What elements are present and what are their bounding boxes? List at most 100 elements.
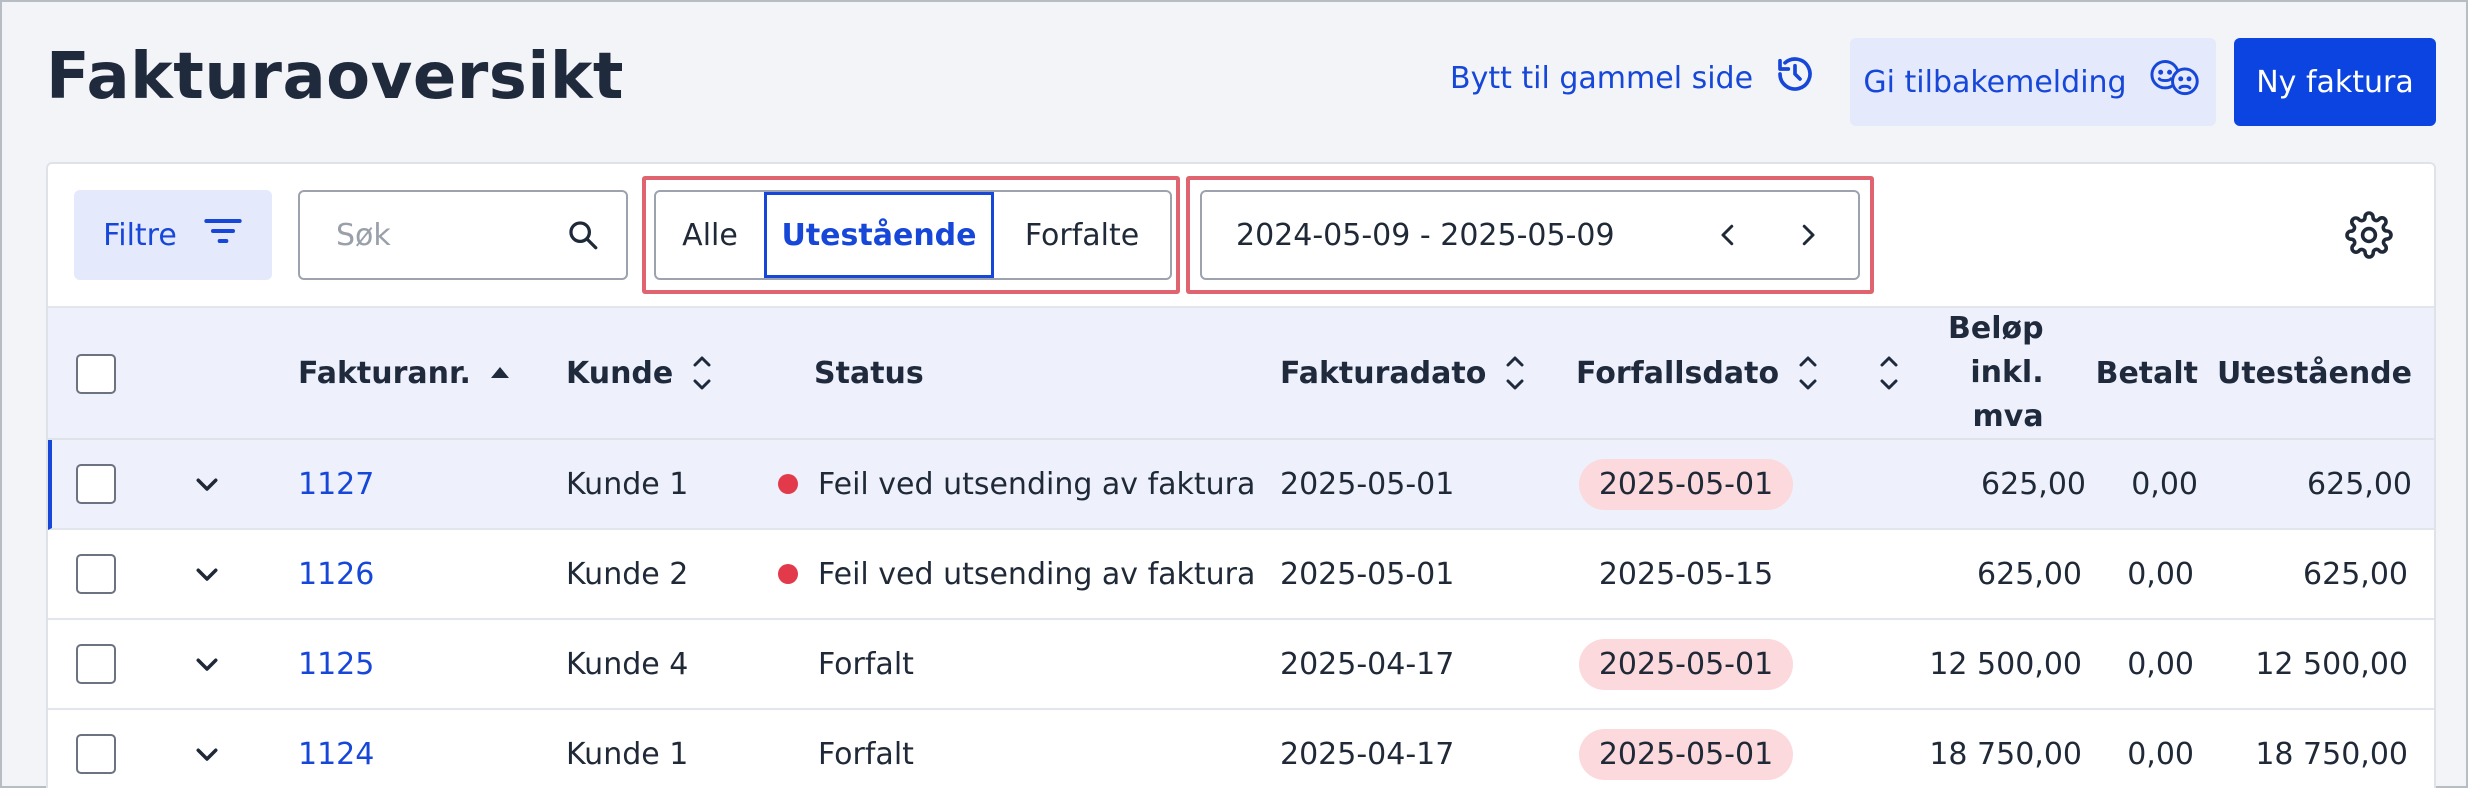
sort-icon	[693, 356, 711, 390]
feedback-button[interactable]: Gi tilbakemelding	[1850, 38, 2216, 126]
column-due-date-label: Forfallsdato	[1576, 355, 1780, 391]
row-checkbox[interactable]	[76, 644, 116, 684]
expand-row-button[interactable]	[192, 530, 222, 618]
feedback-button-label: Gi tilbakemelding	[1863, 64, 2127, 100]
column-invoice-date[interactable]: Fakturadato	[1280, 308, 1526, 438]
column-due-date[interactable]: Forfallsdato	[1576, 308, 1819, 438]
column-status-label: Status	[814, 355, 924, 391]
row-checkbox[interactable]	[76, 554, 116, 594]
column-amount[interactable]: Beløp inkl. mva	[1878, 308, 2044, 438]
row-checkbox[interactable]	[76, 464, 116, 504]
row-checkbox[interactable]	[76, 734, 116, 774]
segment-overdue[interactable]: Forfalte	[994, 192, 1170, 278]
customer-name: Kunde 1	[566, 736, 689, 772]
status-text: Forfalt	[818, 736, 914, 772]
status-error-dot	[778, 474, 798, 494]
status-cell: Feil ved utsending av faktura	[778, 440, 1255, 528]
select-all-checkbox[interactable]	[76, 354, 116, 394]
column-paid: Betalt	[2095, 308, 2198, 438]
invoice-number-link[interactable]: 1127	[298, 440, 374, 528]
sort-icon	[1799, 356, 1817, 390]
column-invoice-date-label: Fakturadato	[1280, 355, 1487, 391]
amount-incl-vat: 18 750,00	[1929, 736, 2082, 772]
invoice-date: 2025-05-01	[1280, 556, 1455, 592]
outstanding-amount: 625,00	[2303, 556, 2408, 592]
paid-amount: 0,00	[2127, 646, 2194, 682]
column-amount-label: Beløp inkl. mva	[1948, 307, 2044, 439]
table-row[interactable]: 1127 Kunde 1 Feil ved utsending av faktura…	[48, 440, 2434, 530]
column-status: Status	[814, 308, 924, 438]
column-customer[interactable]: Kunde	[566, 308, 713, 438]
invoice-number-link[interactable]: 1125	[298, 620, 374, 708]
date-range-picker[interactable]: 2024-05-09 - 2025-05-09	[1200, 190, 1860, 280]
window-frame: Fakturaoversikt Bytt til gammel side Gi …	[0, 0, 2468, 788]
invoice-number-link[interactable]: 1124	[298, 710, 374, 788]
expand-row-button[interactable]	[192, 620, 222, 708]
status-text: Feil ved utsending av faktura	[818, 466, 1256, 502]
chevron-down-icon	[196, 658, 218, 671]
table-row[interactable]: 1125 Kunde 4 Forfalt 2025-04-17 2025-05-01 12…	[48, 620, 2434, 710]
search-field[interactable]	[298, 190, 628, 280]
filter-button-label: Filtre	[103, 217, 177, 253]
expand-row-button[interactable]	[192, 440, 222, 528]
table-header: Fakturanr. Kunde Status Fakturadato Forf…	[48, 306, 2434, 440]
filter-button[interactable]: Filtre	[74, 190, 272, 280]
sort-ascending-icon	[490, 367, 509, 378]
due-date-cell: 2025-05-15	[1576, 530, 1796, 618]
new-invoice-button[interactable]: Ny faktura	[2234, 38, 2436, 126]
invoice-date: 2025-04-17	[1280, 646, 1455, 682]
amount-incl-vat: 625,00	[1981, 466, 2086, 502]
column-amount-line: Beløp	[1948, 311, 2044, 346]
status-text: Forfalt	[818, 646, 914, 682]
column-customer-label: Kunde	[566, 355, 674, 391]
segment-outstanding[interactable]: Utestående	[764, 192, 994, 278]
chevron-down-icon	[196, 478, 218, 491]
paid-amount: 0,00	[2131, 466, 2198, 502]
expand-row-button[interactable]	[192, 710, 222, 788]
due-date-cell: 2025-05-01	[1576, 440, 1796, 528]
status-text: Feil ved utsending av faktura	[818, 556, 1256, 592]
settings-button[interactable]	[2344, 210, 2394, 260]
due-date-cell: 2025-05-01	[1576, 710, 1796, 788]
invoice-date: 2025-04-17	[1280, 736, 1455, 772]
page-title: Fakturaoversikt	[46, 40, 624, 114]
due-date: 2025-05-01	[1578, 458, 1794, 510]
previous-period-button[interactable]	[1698, 192, 1758, 278]
date-range-value: 2024-05-09 - 2025-05-09	[1236, 217, 1615, 253]
segment-all[interactable]: Alle	[656, 192, 764, 278]
history-icon	[1775, 54, 1815, 102]
column-paid-label: Betalt	[2095, 355, 2198, 391]
switch-to-old-page-link[interactable]: Bytt til gammel side	[1450, 54, 1815, 102]
filter-icon	[203, 214, 243, 256]
due-date: 2025-05-01	[1578, 638, 1794, 690]
sort-icon	[1880, 356, 1898, 390]
amount-incl-vat: 12 500,00	[1929, 646, 2082, 682]
chevron-left-icon	[1721, 224, 1734, 246]
status-error-dot	[778, 564, 798, 584]
next-period-button[interactable]	[1778, 192, 1838, 278]
search-icon[interactable]	[566, 218, 600, 252]
table-row[interactable]: 1124 Kunde 1 Forfalt 2025-04-17 2025-05-01 18…	[48, 710, 2434, 788]
table-row[interactable]: 1126 Kunde 2 Feil ved utsending av faktura…	[48, 530, 2434, 620]
chevron-right-icon	[1802, 224, 1815, 246]
outstanding-amount: 12 500,00	[2255, 646, 2408, 682]
search-input[interactable]	[336, 217, 556, 253]
column-invoice-no[interactable]: Fakturanr.	[298, 308, 511, 438]
column-invoice-no-label: Fakturanr.	[298, 355, 471, 391]
due-date-cell: 2025-05-01	[1576, 620, 1796, 708]
chevron-down-icon	[196, 568, 218, 581]
status-cell: Feil ved utsending av faktura	[778, 530, 1255, 618]
column-outstanding: Utestående	[2217, 308, 2412, 438]
invoice-number-link[interactable]: 1126	[298, 530, 374, 618]
status-cell: Forfalt	[778, 620, 914, 708]
due-date: 2025-05-15	[1598, 556, 1774, 592]
smiley-faces-icon	[2147, 58, 2203, 106]
customer-name: Kunde 2	[566, 556, 689, 592]
sort-icon	[1506, 356, 1524, 390]
chevron-down-icon	[196, 748, 218, 761]
outstanding-amount: 18 750,00	[2255, 736, 2408, 772]
paid-amount: 0,00	[2127, 736, 2194, 772]
column-amount-line: inkl.	[1970, 355, 2044, 390]
column-amount-line: mva	[1972, 399, 2044, 434]
due-date: 2025-05-01	[1578, 728, 1794, 780]
